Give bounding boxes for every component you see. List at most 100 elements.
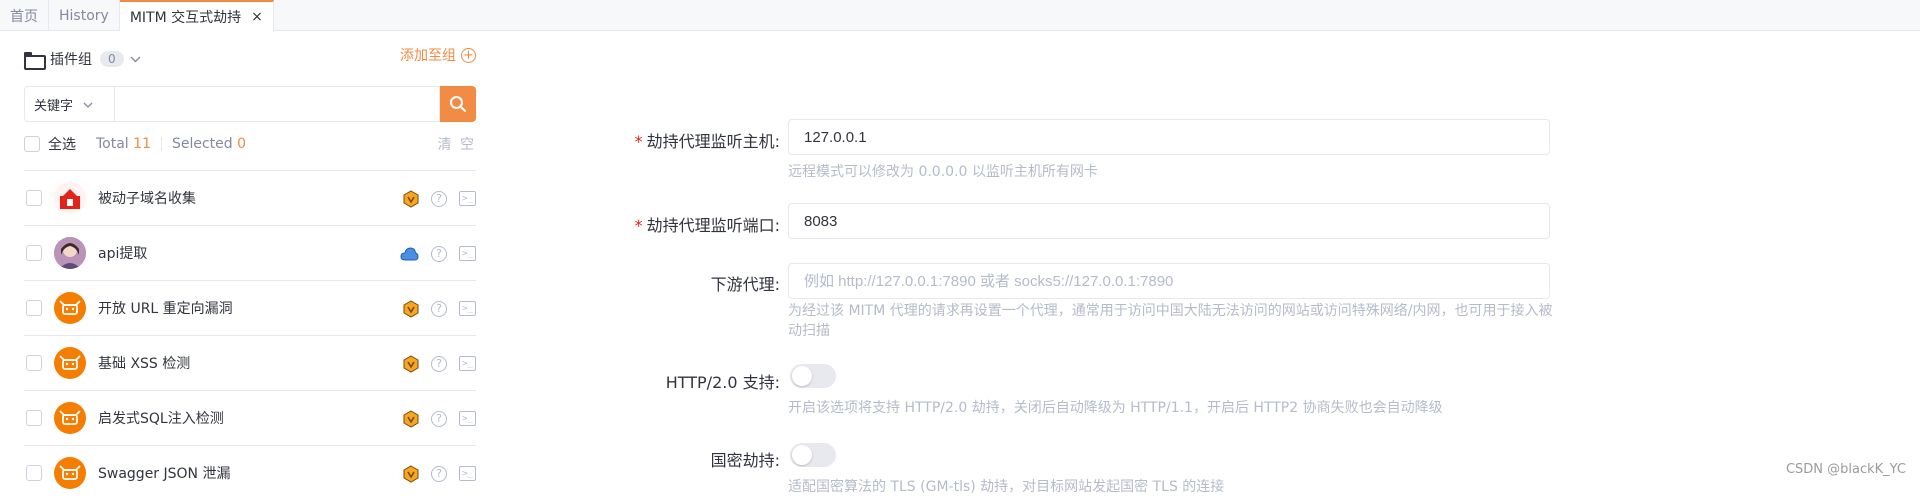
list-item[interactable]: 基础 XSS 检测 ? >_	[24, 335, 476, 390]
terminal-icon[interactable]: >_	[459, 191, 476, 206]
folder-open-icon	[24, 52, 46, 70]
plugin-actions: ? >_	[391, 336, 476, 391]
list-item[interactable]: 启发式SQL注入检测 ? >_	[24, 390, 476, 445]
selection-bar: 全选 Total 11 Selected 0 清 空	[24, 133, 476, 155]
yak-logo-icon	[54, 347, 86, 379]
host-hint: 远程模式可以修改为 0.0.0.0 以监听主机所有网卡	[788, 164, 1098, 180]
help-icon[interactable]: ?	[431, 410, 447, 427]
required-mark: *	[634, 132, 643, 151]
terminal-icon[interactable]: >_	[459, 411, 476, 426]
select-all-label[interactable]: 全选	[48, 134, 76, 154]
gm-hijack-label: 国密劫持:	[710, 451, 780, 470]
search-type-value: 关键字	[34, 98, 74, 114]
plugin-panel: 插件组 0 添加至组 + 关键字 全选 Total 11 Selected 0 …	[24, 31, 476, 489]
cloud-icon	[400, 246, 419, 261]
red-home-icon	[54, 182, 86, 214]
list-item[interactable]: api提取 ? >_	[24, 225, 476, 280]
plugin-name: 基础 XSS 检测	[98, 356, 191, 372]
terminal-icon[interactable]: >_	[459, 356, 476, 371]
select-all-checkbox[interactable]	[24, 136, 40, 152]
plugin-actions: ? >_	[388, 226, 476, 281]
shield-badge-icon	[403, 464, 419, 483]
host-label: * 劫持代理监听主机:	[600, 128, 780, 152]
help-icon[interactable]: ?	[431, 300, 447, 317]
port-label: * 劫持代理监听端口:	[600, 212, 780, 236]
plugin-checkbox[interactable]	[26, 465, 42, 481]
search-input[interactable]	[114, 86, 440, 122]
list-item[interactable]: 被动子域名收集 ? >_	[24, 170, 476, 225]
list-item[interactable]: Swagger JSON 泄漏 ? >_	[24, 445, 476, 500]
tab-label: History	[59, 7, 109, 24]
help-icon[interactable]: ?	[431, 245, 447, 262]
downstream-proxy-hint: 为经过该 MITM 代理的请求再设置一个代理，通常用于访问中国大陆无法访问的网站…	[788, 303, 1553, 339]
shield-badge-icon	[403, 189, 419, 208]
host-input[interactable]	[788, 119, 1550, 155]
port-input[interactable]	[788, 203, 1550, 239]
selected-label: Selected	[171, 136, 233, 152]
tab-mitm[interactable]: MITM 交互式劫持 ×	[119, 0, 274, 32]
plugin-name: 启发式SQL注入检测	[98, 411, 224, 427]
add-to-group-button[interactable]: 添加至组 +	[400, 45, 476, 65]
chevron-down-icon[interactable]	[130, 52, 141, 66]
plugin-actions: ? >_	[391, 446, 476, 501]
chevron-down-icon	[83, 98, 93, 111]
port-label-text: 劫持代理监听端口:	[646, 216, 780, 235]
plugin-name: Swagger JSON 泄漏	[98, 466, 231, 482]
user-photo-avatar	[54, 237, 86, 269]
plugin-search: 关键字	[24, 86, 476, 122]
shield-badge-icon	[403, 354, 419, 373]
plugin-group-label: 插件组	[50, 52, 92, 68]
plugin-name: 被动子域名收集	[98, 191, 196, 207]
host-label-text: 劫持代理监听主机:	[646, 132, 780, 151]
close-icon[interactable]: ×	[251, 9, 263, 25]
selected-count: Selected 0	[172, 136, 246, 152]
total-count: Total 11	[96, 136, 151, 152]
plugin-checkbox[interactable]	[26, 300, 42, 316]
plugin-actions: ? >_	[391, 281, 476, 336]
tab-label: MITM 交互式劫持	[129, 10, 242, 26]
help-icon[interactable]: ?	[431, 465, 447, 482]
divider	[160, 137, 162, 151]
total-label: Total	[96, 136, 129, 152]
mitm-config-form: *劫持代理监听主机: 远程模式可以修改为 0.0.0.0 以监听主机所有网卡 *…	[600, 31, 1920, 495]
terminal-icon[interactable]: >_	[459, 246, 476, 261]
plugin-actions: ? >_	[391, 391, 476, 446]
plugin-checkbox[interactable]	[26, 190, 42, 206]
tab-history[interactable]: History	[49, 0, 120, 31]
gm-hijack-toggle[interactable]	[790, 443, 836, 467]
http2-hint: 开启该选项将支持 HTTP/2.0 劫持，关闭后自动降级为 HTTP/1.1，开…	[788, 400, 1443, 416]
terminal-icon[interactable]: >_	[459, 301, 476, 316]
plugin-checkbox[interactable]	[26, 410, 42, 426]
selected-value: 0	[237, 136, 247, 152]
watermark: CSDN @blackK_YC	[1785, 462, 1906, 477]
clear-button[interactable]: 清 空	[438, 134, 476, 154]
tab-home[interactable]: 首页	[0, 0, 49, 31]
plugin-checkbox[interactable]	[26, 245, 42, 261]
search-button[interactable]	[440, 86, 476, 122]
downstream-proxy-input[interactable]	[788, 263, 1550, 299]
shield-badge-icon	[403, 409, 419, 428]
http2-label: HTTP/2.0 支持:	[665, 373, 780, 392]
yak-logo-icon	[54, 402, 86, 434]
yak-logo-icon	[54, 457, 86, 489]
terminal-icon[interactable]: >_	[459, 466, 476, 481]
plugin-name: 开放 URL 重定向漏洞	[98, 301, 233, 317]
plugin-actions: ? >_	[391, 171, 476, 226]
plugin-checkbox[interactable]	[26, 355, 42, 371]
gm-hijack-hint: 适配国密算法的 TLS (GM-tls) 劫持，对目标网站发起国密 TLS 的连…	[788, 479, 1225, 495]
plugin-list: 被动子域名收集 ? >_ api提取 ? >_ 开放 URL 重定向漏洞 ? >…	[24, 170, 476, 500]
help-icon[interactable]: ?	[431, 355, 447, 372]
tab-label: 首页	[10, 8, 38, 25]
required-mark: *	[634, 216, 643, 235]
yak-logo-icon	[54, 292, 86, 324]
downstream-proxy-label: 下游代理:	[710, 275, 780, 294]
http2-toggle[interactable]	[790, 364, 836, 388]
help-icon[interactable]: ?	[431, 190, 447, 207]
plus-circle-icon: +	[461, 47, 476, 63]
plugin-name: api提取	[98, 246, 148, 262]
search-icon	[450, 96, 466, 112]
list-item[interactable]: 开放 URL 重定向漏洞 ? >_	[24, 280, 476, 335]
group-count-badge: 0	[100, 51, 124, 67]
search-type-select[interactable]: 关键字	[24, 86, 114, 122]
add-to-group-label: 添加至组	[400, 48, 456, 64]
